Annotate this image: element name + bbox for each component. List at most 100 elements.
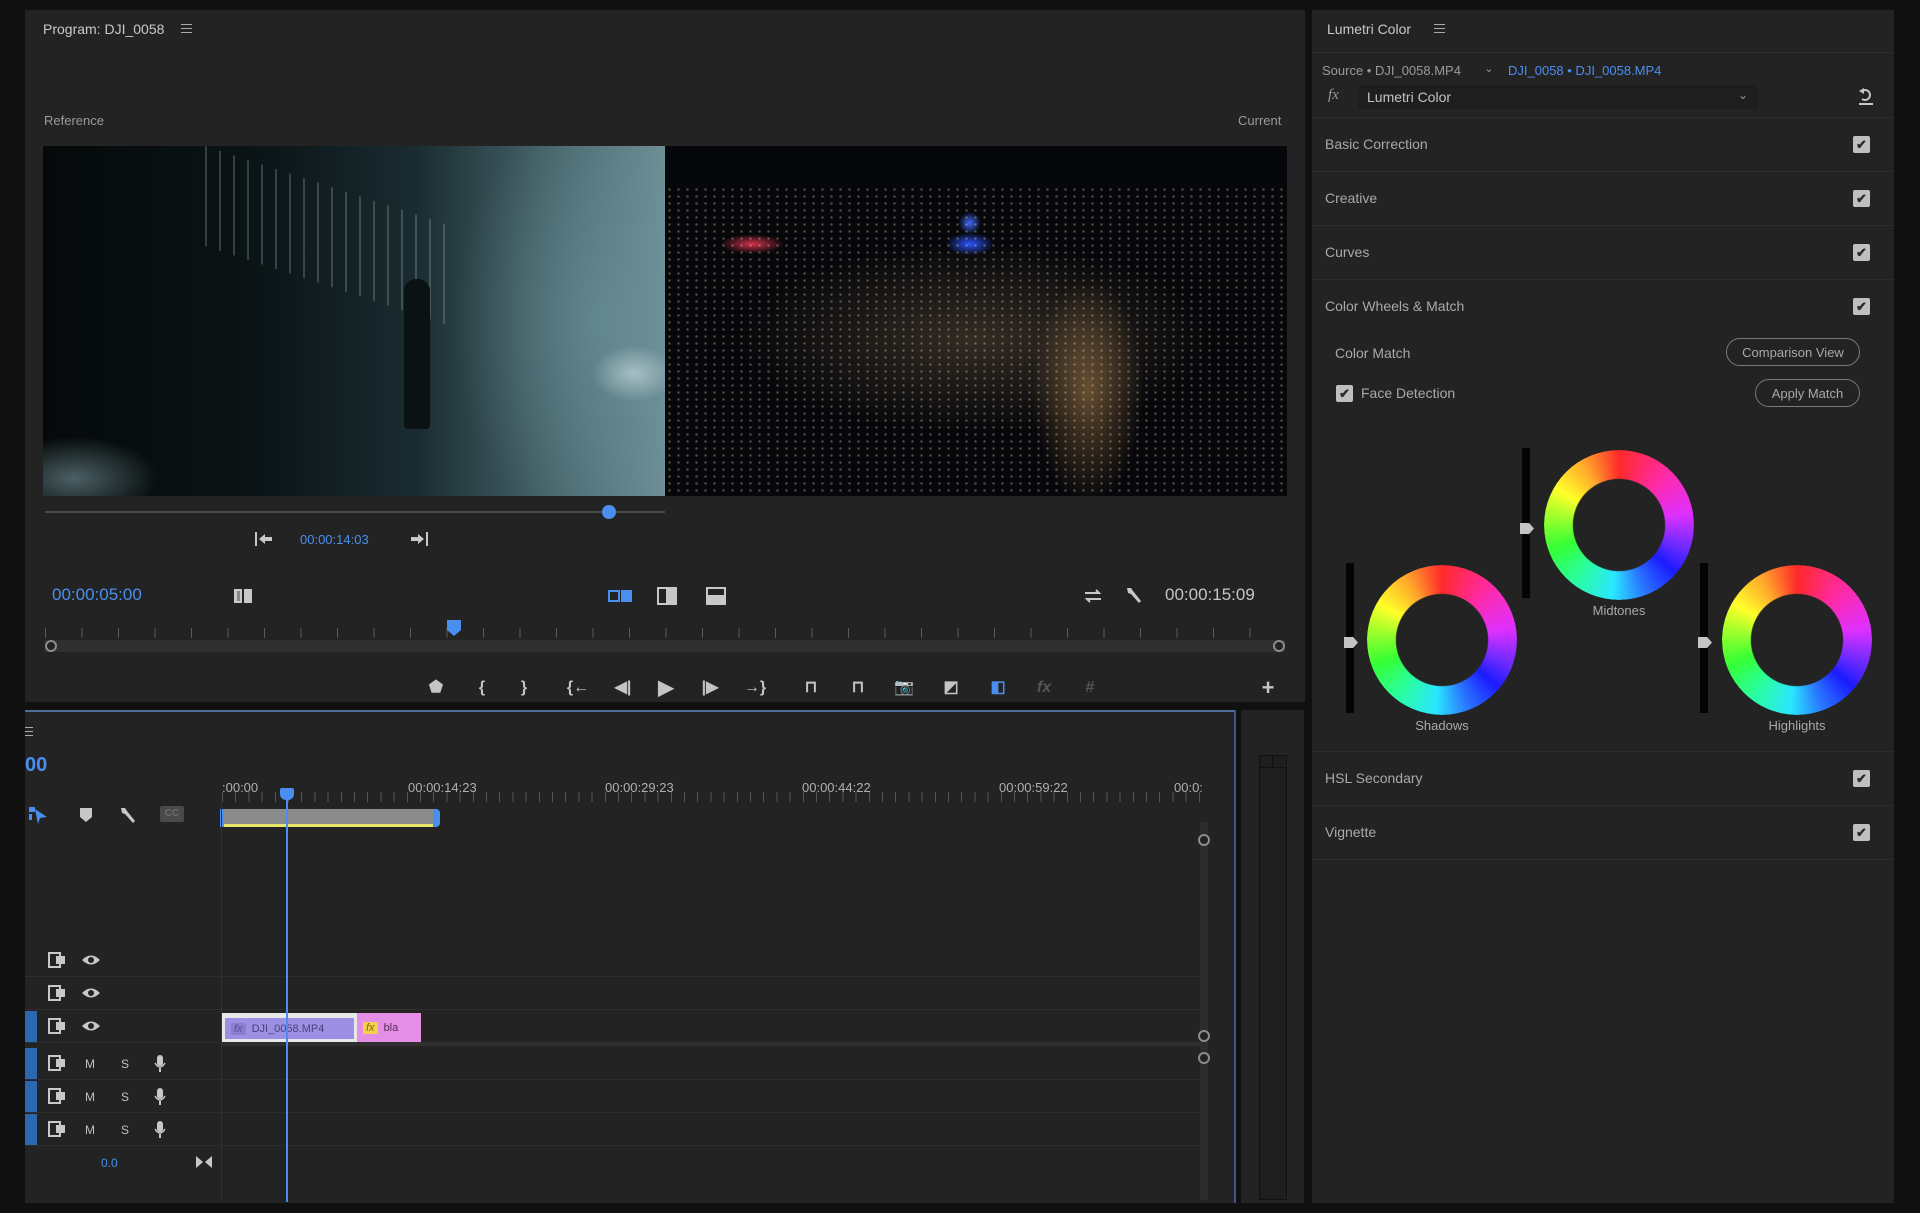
step-to-start-icon[interactable] (253, 529, 275, 549)
extract-icon[interactable]: ⊓ (845, 676, 871, 700)
face-detection-checkbox[interactable]: ✔ (1336, 385, 1353, 402)
mark-in-icon[interactable]: { (469, 676, 495, 700)
wrench-icon[interactable] (1122, 584, 1146, 606)
go-to-in-icon[interactable]: {← (565, 676, 591, 700)
apply-match-button[interactable]: Apply Match (1755, 379, 1860, 407)
clip-fx-badge[interactable]: fx (363, 1021, 378, 1034)
scrubber-playhead[interactable] (447, 620, 462, 636)
effect-select[interactable]: Lumetri Color ⌄ (1358, 85, 1758, 109)
master-volume-value[interactable]: 0.0 (101, 1156, 118, 1170)
eye-icon[interactable] (80, 1018, 102, 1034)
video-track[interactable] (25, 945, 1207, 977)
eye-icon[interactable] (80, 985, 102, 1001)
clip-fx-badge[interactable]: fx (231, 1022, 246, 1035)
add-marker-icon[interactable]: ⬟ (423, 676, 449, 700)
side-by-side-icon[interactable] (607, 587, 633, 605)
audio-track[interactable]: MS (25, 1114, 1207, 1146)
go-to-out-icon[interactable]: →} (742, 676, 768, 700)
panel-menu-icon[interactable] (181, 24, 192, 33)
highlights-color-wheel[interactable] (1722, 565, 1872, 715)
horizontal-split-icon[interactable] (704, 585, 728, 607)
marker-icon[interactable] (77, 805, 95, 825)
step-to-end-icon[interactable] (408, 529, 430, 549)
sync-lock-icon[interactable] (47, 1120, 67, 1138)
captions-icon[interactable]: CC (160, 806, 184, 822)
video-track-body[interactable] (222, 978, 1177, 1009)
solo-button[interactable]: S (121, 1123, 129, 1137)
video-scroll-bottom-handle[interactable] (1198, 1030, 1210, 1042)
step-back-icon[interactable]: ◀| (610, 676, 636, 700)
comparison-view-icon[interactable]: ◧ (985, 676, 1011, 700)
reference-slider-track[interactable] (45, 511, 665, 513)
work-area-bar[interactable] (220, 809, 440, 827)
audio-track[interactable]: MS (25, 1048, 1207, 1080)
export-frame-icon[interactable]: 📷 (891, 676, 917, 700)
shadows-color-wheel[interactable] (1367, 565, 1517, 715)
audio-track[interactable]: MS (25, 1081, 1207, 1113)
safe-margins-icon[interactable] (231, 585, 255, 607)
lumetri-section[interactable]: Vignette ✔ (1312, 806, 1894, 860)
sync-lock-icon[interactable] (47, 984, 67, 1002)
scrubber-zoom-start-handle[interactable] (45, 640, 57, 652)
microphone-icon[interactable] (152, 1120, 168, 1140)
section-enable-checkbox[interactable]: ✔ (1853, 190, 1870, 207)
section-enable-checkbox[interactable]: ✔ (1853, 136, 1870, 153)
add-button-icon[interactable]: + (1255, 676, 1281, 700)
safe-guides-icon[interactable]: # (1077, 676, 1103, 700)
timeline-playhead-handle[interactable] (280, 788, 295, 800)
timeline-settings-wrench-icon[interactable] (117, 804, 139, 826)
midtones-level-knob[interactable] (1520, 523, 1534, 534)
play-icon[interactable]: ▶ (653, 676, 679, 700)
solo-button[interactable]: S (121, 1090, 129, 1104)
reset-effect-icon[interactable] (1856, 86, 1876, 106)
reference-slider-knob[interactable] (602, 505, 617, 519)
lumetri-section[interactable]: Color Wheels & Match ✔ (1312, 280, 1894, 334)
vertical-scrollbar[interactable] (1200, 822, 1208, 1200)
reference-timecode[interactable]: 00:00:14:03 (300, 532, 369, 547)
highlights-level-knob[interactable] (1698, 637, 1712, 648)
vertical-split-icon[interactable] (655, 585, 679, 607)
audio-track-body[interactable] (222, 1114, 1177, 1145)
playhead-timecode[interactable]: 00:00:05:00 (52, 585, 142, 605)
scrubber-zoom-end-handle[interactable] (1273, 640, 1285, 652)
track-height-toggle-icon[interactable] (195, 1154, 213, 1170)
timeline-clip[interactable]: fxDJI_0058.MP4 (222, 1013, 357, 1042)
sync-lock-icon[interactable] (47, 951, 67, 969)
timeline-menu-icon[interactable] (25, 727, 33, 736)
audio-track-body[interactable] (222, 1048, 1177, 1079)
track-target-indicator[interactable] (25, 1114, 37, 1145)
shadows-level-knob[interactable] (1344, 637, 1358, 648)
audio-scroll-top-handle[interactable] (1198, 1052, 1210, 1064)
fx-icon[interactable]: fx (1031, 676, 1057, 700)
sync-lock-icon[interactable] (47, 1054, 67, 1072)
video-track[interactable]: fxDJI_0058.MP4fxbla (25, 1011, 1207, 1043)
lumetri-section[interactable]: HSL Secondary ✔ (1312, 752, 1894, 806)
video-track-body[interactable] (222, 945, 1177, 976)
comparison-toggle-icon[interactable]: ◩ (938, 676, 964, 700)
microphone-icon[interactable] (152, 1087, 168, 1107)
video-audio-divider[interactable] (222, 1042, 1207, 1046)
mark-out-icon[interactable]: } (511, 676, 537, 700)
track-target-indicator[interactable] (25, 1081, 37, 1112)
sync-lock-icon[interactable] (47, 1017, 67, 1035)
comparison-view-button[interactable]: Comparison View (1726, 338, 1860, 366)
mute-button[interactable]: M (85, 1057, 95, 1071)
track-target-indicator[interactable] (25, 1048, 37, 1079)
work-area-end-handle[interactable] (432, 809, 440, 827)
mute-button[interactable]: M (85, 1123, 95, 1137)
sequence-clip-link[interactable]: DJI_0058 • DJI_0058.MP4 (1508, 63, 1661, 78)
lumetri-menu-icon[interactable] (1434, 24, 1445, 33)
step-forward-icon[interactable]: |▶ (697, 676, 723, 700)
lumetri-section[interactable]: Basic Correction ✔ (1312, 118, 1894, 172)
timeline-playhead[interactable] (280, 788, 295, 1202)
solo-button[interactable]: S (121, 1057, 129, 1071)
sync-lock-icon[interactable] (47, 1087, 67, 1105)
audio-track-body[interactable] (222, 1081, 1177, 1112)
snap-icon[interactable] (27, 804, 49, 826)
section-enable-checkbox[interactable]: ✔ (1853, 244, 1870, 261)
lumetri-section[interactable]: Curves ✔ (1312, 226, 1894, 280)
timeline-clip[interactable]: fx bla (357, 1013, 421, 1042)
section-enable-checkbox[interactable]: ✔ (1853, 298, 1870, 315)
source-chevron-down-icon[interactable]: ⌄ (1482, 62, 1496, 76)
video-scroll-top-handle[interactable] (1198, 834, 1210, 846)
